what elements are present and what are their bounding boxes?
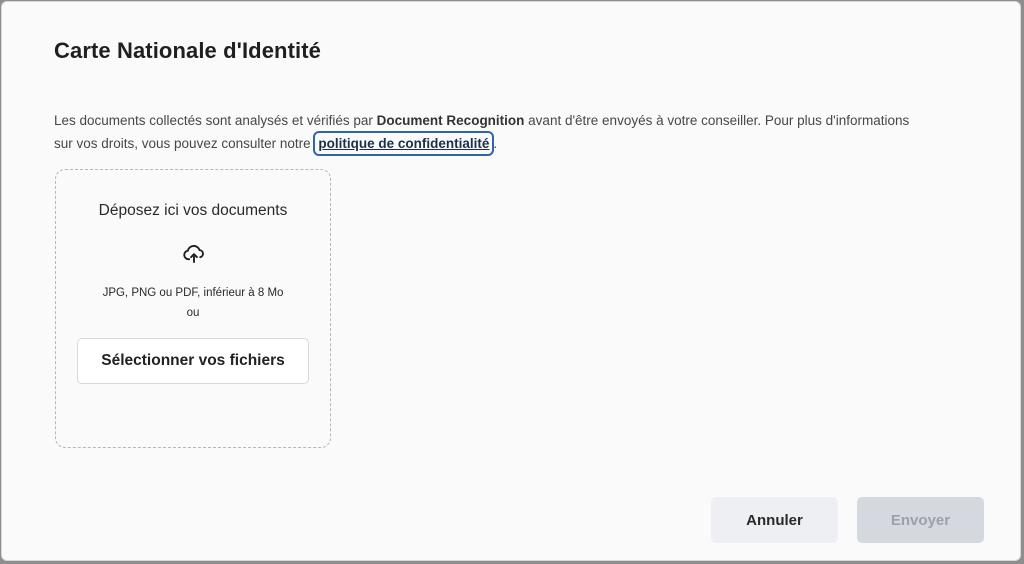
cancel-button[interactable]: Annuler <box>711 497 838 543</box>
privacy-policy-link[interactable]: politique de confidentialité <box>313 131 495 156</box>
upload-dialog: Carte Nationale d'Identité Les documents… <box>1 1 1021 561</box>
dialog-title: Carte Nationale d'Identité <box>54 38 321 63</box>
description-text-3: . <box>493 136 498 151</box>
accepted-formats: JPG, PNG ou PDF, inférieur à 8 Mo <box>102 287 284 299</box>
select-files-button[interactable]: Sélectionner vos fichiers <box>77 338 309 384</box>
file-dropzone[interactable]: Déposez ici vos documents JPG, PNG ou PD… <box>55 169 331 448</box>
cloud-upload-icon <box>183 244 204 263</box>
description-text-1: Les documents collectés sont analysés et… <box>54 113 377 128</box>
send-button[interactable]: Envoyer <box>857 497 984 543</box>
or-separator: ou <box>186 307 200 319</box>
dialog-description: Les documents collectés sont analysés et… <box>54 109 924 156</box>
brand-name: Document Recognition <box>376 113 525 128</box>
dropzone-title: Déposez ici vos documents <box>98 202 288 219</box>
